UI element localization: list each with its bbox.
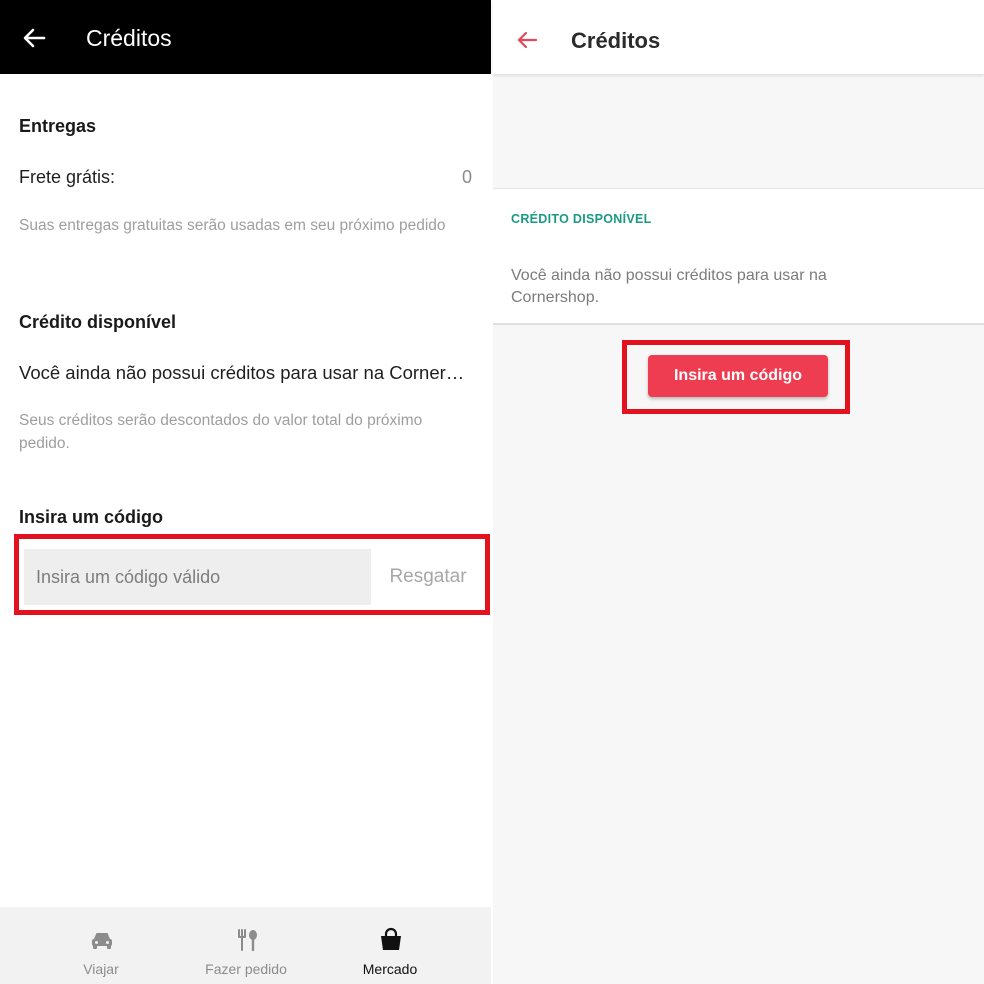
right-screen: Créditos CRÉDITO DISPONÍVEL Você ainda n… — [493, 0, 984, 984]
credit-card: CRÉDITO DISPONÍVEL Você ainda não possui… — [493, 188, 984, 325]
credit-heading: Crédito disponível — [19, 312, 177, 332]
credit-message: Você ainda não possui créditos para usar… — [511, 267, 827, 306]
deliveries-heading: Entregas — [19, 116, 97, 136]
page-title: Créditos — [571, 28, 661, 53]
free-shipping-value: 0 — [461, 167, 472, 187]
left-header: Créditos — [0, 0, 491, 74]
nav-label: Mercado — [362, 961, 418, 977]
nav-item-viajar[interactable]: Viajar — [41, 907, 161, 984]
arrow-left-icon[interactable] — [515, 28, 539, 52]
page-title: Créditos — [86, 25, 172, 51]
credit-message: Você ainda não possui créditos para usar… — [19, 362, 473, 383]
nav-label: Fazer pedido — [205, 961, 287, 977]
free-shipping-label: Frete grátis: — [19, 167, 116, 187]
credit-caption: CRÉDITO DISPONÍVEL — [511, 212, 652, 226]
utensils-icon — [238, 929, 257, 952]
nav-item-fazer-pedido[interactable]: Fazer pedido — [186, 907, 306, 984]
deliveries-hint: Suas entregas gratuitas serão usadas em … — [19, 217, 446, 234]
insert-code-button[interactable]: Insira um código — [648, 355, 828, 397]
code-heading: Insira um código — [19, 507, 164, 527]
right-header: Créditos — [493, 0, 984, 74]
arrow-left-icon[interactable] — [20, 24, 48, 52]
nav-item-mercado[interactable]: Mercado — [330, 907, 450, 984]
bottom-nav: Viajar Fazer pedido Mercado — [0, 907, 491, 984]
credit-hint: Seus créditos serão descontados do valor… — [19, 412, 423, 452]
car-icon — [92, 933, 112, 949]
left-screen: Créditos Entregas Frete grátis: 0 Suas e… — [0, 0, 491, 984]
redeem-button[interactable]: Resgatar — [378, 549, 478, 605]
nav-label: Viajar — [83, 961, 119, 977]
shopping-bag-icon — [381, 927, 401, 950]
code-input[interactable] — [24, 549, 371, 605]
